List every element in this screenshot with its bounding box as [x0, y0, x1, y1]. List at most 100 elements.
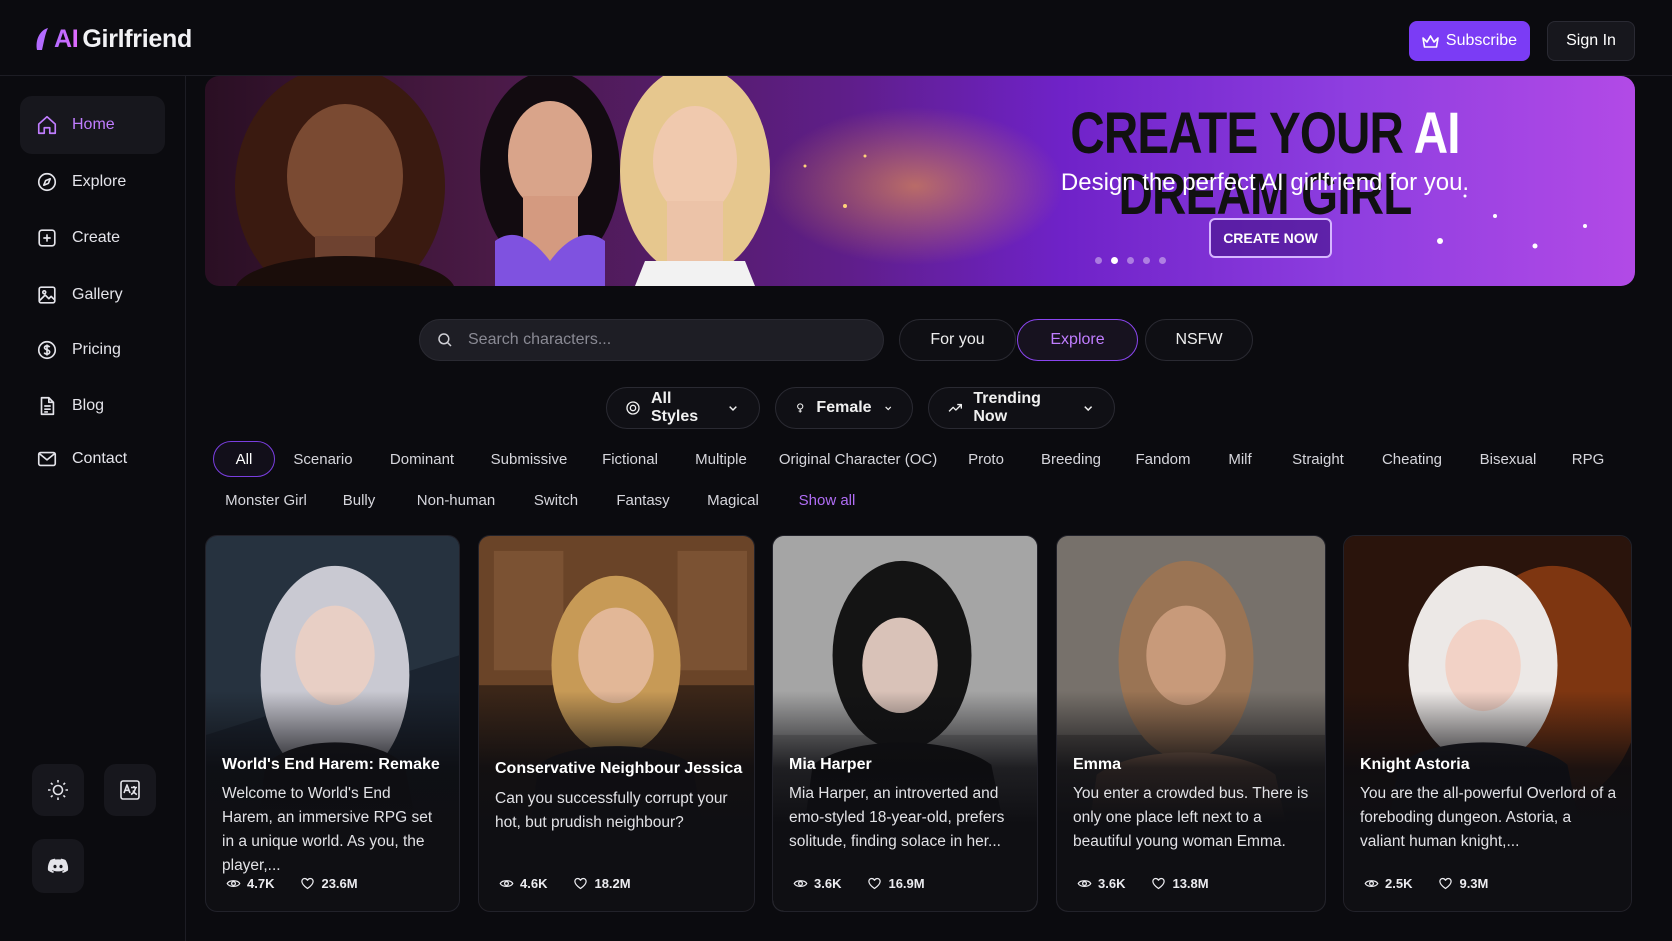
card-stats: 3.6K 16.9M: [793, 876, 925, 891]
female-icon: [797, 403, 804, 413]
crown-icon: [1422, 34, 1439, 48]
tag-proto[interactable]: Proto: [964, 441, 1008, 477]
card-stats: 2.5K 9.3M: [1364, 876, 1488, 891]
view-count: 2.5K: [1385, 876, 1413, 891]
show-all-tags-link[interactable]: Show all: [795, 482, 859, 518]
tag-fandom[interactable]: Fandom: [1132, 441, 1194, 477]
card-description: You are the all-powerful Overlord of a f…: [1360, 785, 1617, 850]
heart-icon: [1439, 877, 1453, 890]
tab-explore[interactable]: Explore: [1017, 319, 1138, 361]
sort-filter-dropdown[interactable]: Trending Now: [928, 387, 1115, 429]
sidebar: Home Explore Create Gallery Pricing Blog…: [0, 76, 186, 941]
sign-in-button[interactable]: Sign In: [1547, 21, 1635, 61]
like-count: 9.3M: [1459, 876, 1489, 891]
sidebar-item-contact[interactable]: Contact: [20, 430, 165, 488]
tag-breeding[interactable]: Breeding: [1032, 441, 1110, 477]
tag-cheating[interactable]: Cheating: [1378, 441, 1446, 477]
language-button[interactable]: [104, 764, 156, 816]
image-icon: [38, 286, 56, 304]
search-icon: [438, 333, 452, 347]
eye-icon: [226, 880, 241, 887]
carousel-dots: [1095, 257, 1166, 264]
carousel-dot-active[interactable]: [1111, 257, 1118, 264]
style-filter-dropdown[interactable]: All Styles: [606, 387, 760, 429]
gender-filter-dropdown[interactable]: Female: [775, 387, 913, 429]
character-card[interactable]: Knight Astoria You are the all-powerful …: [1343, 535, 1632, 912]
carousel-dot[interactable]: [1159, 257, 1166, 264]
tag-multiple[interactable]: Multiple: [688, 441, 754, 477]
sun-icon: [48, 780, 68, 800]
tag-scenario[interactable]: Scenario: [288, 441, 358, 477]
tag-milf[interactable]: Milf: [1220, 441, 1260, 477]
sidebar-item-explore[interactable]: Explore: [20, 153, 165, 211]
sidebar-item-home[interactable]: Home: [20, 96, 165, 154]
tab-for-you[interactable]: For you: [899, 319, 1016, 361]
subscribe-button[interactable]: Subscribe: [1409, 21, 1530, 61]
card-title: Conservative Neighbour Jessica: [495, 760, 743, 777]
view-count: 3.6K: [1098, 876, 1126, 891]
chevron-down-icon: [884, 406, 891, 411]
search-input[interactable]: [468, 331, 858, 349]
like-count: 13.8M: [1172, 876, 1209, 891]
card-description: You enter a crowded bus. There is only o…: [1073, 785, 1309, 850]
card-stats: 4.7K 23.6M: [226, 876, 358, 891]
tag-monster-girl[interactable]: Monster Girl: [220, 482, 312, 518]
discord-button[interactable]: [32, 839, 84, 893]
carousel-dot[interactable]: [1143, 257, 1150, 264]
banner-headline: CREATE YOUR AI DREAM GIRL: [1070, 101, 1460, 227]
tag-magical[interactable]: Magical: [704, 482, 762, 518]
character-card[interactable]: Mia Harper Mia Harper, an introverted an…: [772, 535, 1038, 912]
home-icon: [37, 115, 57, 135]
sidebar-item-pricing[interactable]: Pricing: [20, 321, 165, 379]
brand-logo[interactable]: AI Girlfriend: [34, 22, 192, 56]
carousel-dot[interactable]: [1095, 257, 1102, 264]
search-bar[interactable]: [419, 319, 884, 361]
sidebar-item-blog[interactable]: Blog: [20, 377, 165, 435]
logo-icon: [36, 28, 48, 50]
carousel-dot[interactable]: [1127, 257, 1134, 264]
tag-all[interactable]: All: [213, 441, 275, 477]
mail-icon: [37, 451, 57, 467]
discord-icon: [47, 858, 69, 873]
tag-fictional[interactable]: Fictional: [598, 441, 662, 477]
heart-icon: [1152, 877, 1166, 890]
tab-nsfw[interactable]: NSFW: [1145, 319, 1253, 361]
eye-icon: [1364, 880, 1379, 887]
heart-icon: [868, 877, 882, 890]
view-count: 3.6K: [814, 876, 842, 891]
tag-switch[interactable]: Switch: [532, 482, 580, 518]
plus-square-icon: [38, 229, 56, 247]
sidebar-item-create[interactable]: Create: [20, 209, 165, 267]
tag-bisexual[interactable]: Bisexual: [1472, 441, 1544, 477]
view-count: 4.6K: [520, 876, 548, 891]
card-description: Mia Harper, an introverted and emo-style…: [789, 785, 1005, 850]
tag-fantasy[interactable]: Fantasy: [615, 482, 671, 518]
tag-dominant[interactable]: Dominant: [383, 441, 461, 477]
like-count: 16.9M: [888, 876, 925, 891]
like-count: 18.2M: [594, 876, 631, 891]
card-title: Knight Astoria: [1360, 756, 1470, 773]
tag-rpg[interactable]: RPG: [1568, 441, 1608, 477]
heart-icon: [574, 877, 588, 890]
character-card[interactable]: Emma You enter a crowded bus. There is o…: [1056, 535, 1326, 912]
tag-submissive[interactable]: Submissive: [486, 441, 572, 477]
card-title: Mia Harper: [789, 756, 872, 773]
character-card[interactable]: Conservative Neighbour Jessica Can you s…: [478, 535, 755, 912]
tag-original-character[interactable]: Original Character (OC): [778, 441, 938, 477]
tag-non-human[interactable]: Non-human: [414, 482, 498, 518]
create-now-button[interactable]: CREATE NOW: [1209, 218, 1332, 258]
tag-straight[interactable]: Straight: [1285, 441, 1351, 477]
hero-banner[interactable]: CREATE YOUR AI DREAM GIRL Design the per…: [205, 76, 1635, 286]
target-icon: [626, 401, 640, 415]
sidebar-item-gallery[interactable]: Gallery: [20, 266, 165, 324]
translate-icon: [120, 780, 140, 800]
character-card[interactable]: World's End Harem: Remake Welcome to Wor…: [205, 535, 460, 912]
card-description: Welcome to World's End Harem, an immersi…: [222, 785, 433, 874]
chevron-down-icon: [1083, 406, 1092, 412]
theme-toggle-button[interactable]: [32, 764, 84, 816]
card-title: Emma: [1073, 756, 1122, 773]
card-description: Can you successfully corrupt your hot, b…: [495, 790, 728, 831]
tag-bully[interactable]: Bully: [340, 482, 378, 518]
brand-ai: AI: [54, 24, 79, 53]
card-stats: 4.6K 18.2M: [499, 876, 631, 891]
